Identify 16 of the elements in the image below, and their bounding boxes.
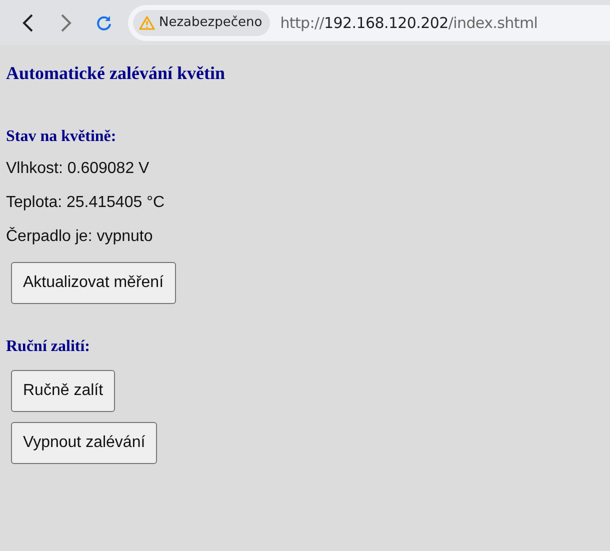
status-text: Čerpadlo je: vypnuto (6, 228, 154, 246)
section-heading: Stav na květině: (6, 128, 118, 146)
action-button[interactable]: Vypnout zalévání (11, 422, 158, 464)
page-title: Automatické zalévání květin (6, 63, 226, 84)
back-icon (22, 14, 34, 32)
status-text: Vlhkost: 0.609082 V (6, 160, 150, 178)
security-chip[interactable]: Nezabezpečeno (133, 10, 270, 36)
warning-icon (139, 16, 155, 30)
forward-icon (60, 14, 72, 32)
reload-icon (96, 14, 112, 30)
section-heading: Ruční zalití: (6, 338, 91, 356)
action-button[interactable]: Aktualizovat měření (11, 262, 176, 304)
action-button[interactable]: Ručně zalít (11, 370, 116, 412)
url-text: http://192.168.120.202/index.shtml (280, 14, 538, 32)
address-bar[interactable]: Nezabezpečeno http://192.168.120.202/index.shtml (128, 4, 610, 40)
status-text: Teplota: 25.415405 °C (6, 194, 166, 212)
